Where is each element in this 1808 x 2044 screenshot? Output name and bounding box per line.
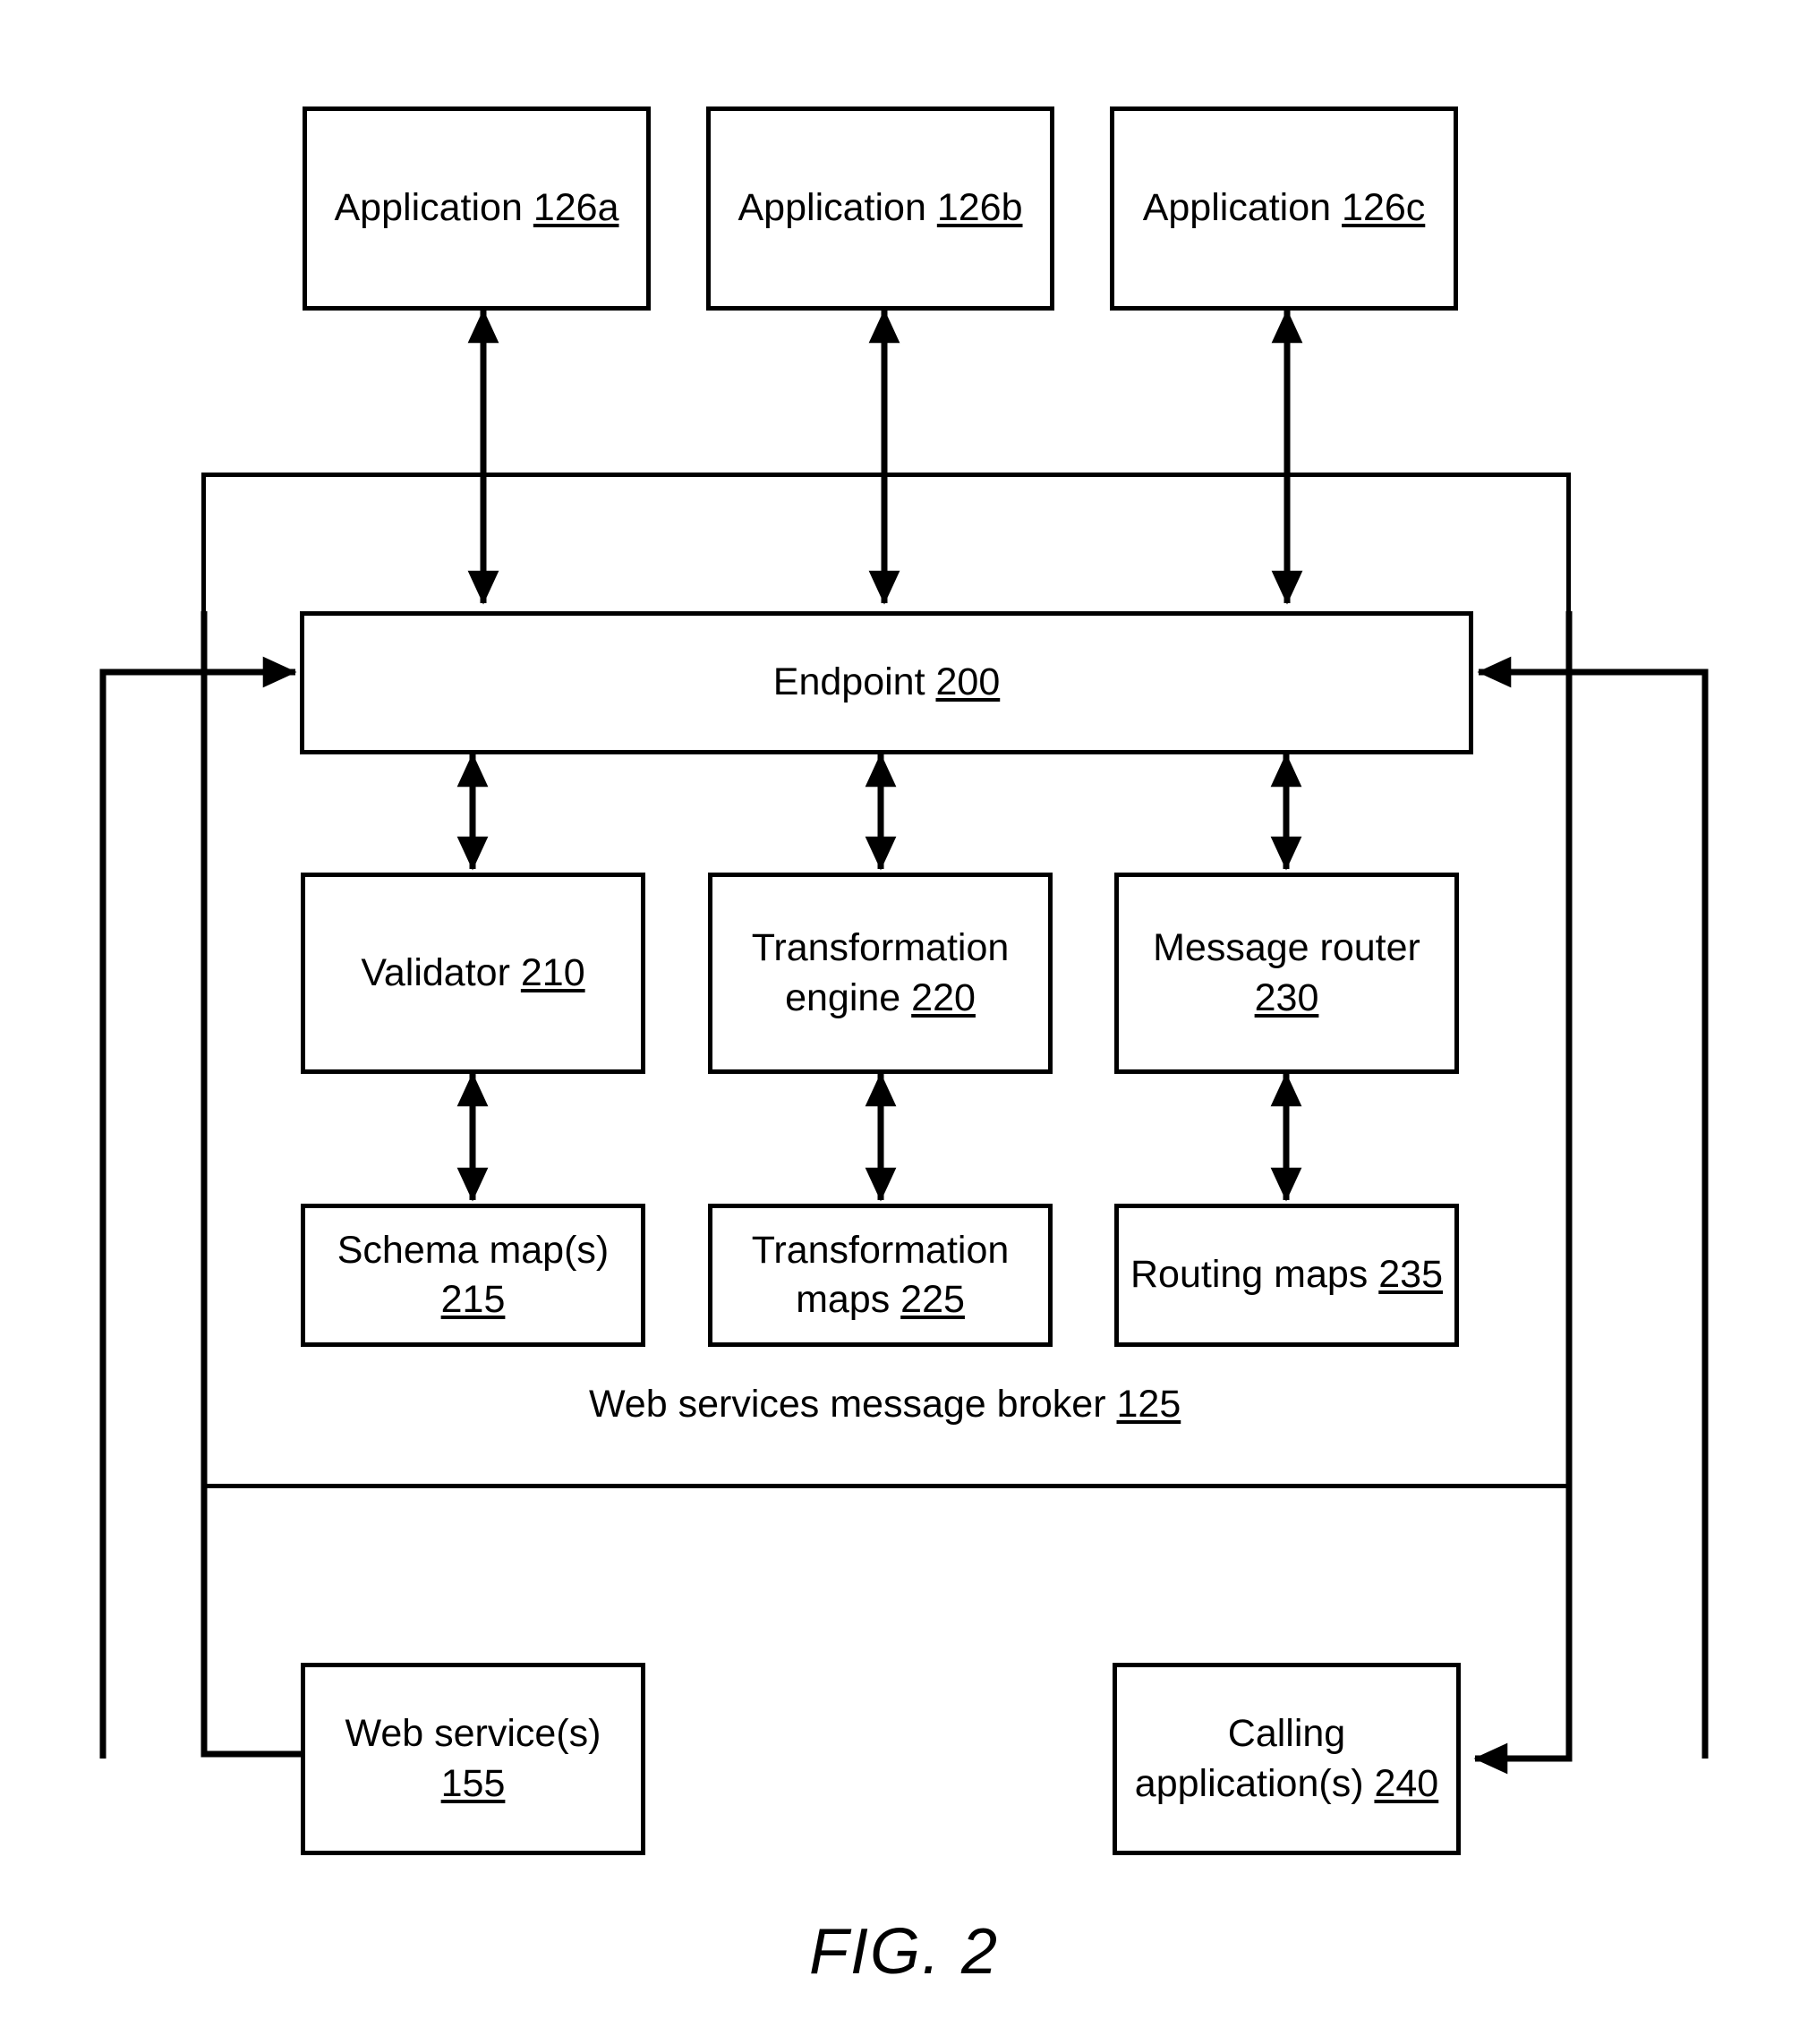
schema-maps-name: Schema map(s) <box>337 1228 610 1272</box>
web-services-ref: 155 <box>440 1761 506 1805</box>
application-126a-name: Application <box>334 186 523 230</box>
node-application-126a[interactable]: Application 126a <box>303 106 651 311</box>
transformation-engine-ref: 220 <box>911 975 976 1019</box>
figure-caption: FIG. 2 <box>808 1916 1000 1988</box>
node-message-router-230[interactable]: Message router 230 <box>1114 873 1459 1074</box>
calling-applications-name: Calling application(s) <box>1134 1712 1364 1805</box>
validator-ref: 210 <box>520 950 585 994</box>
schema-maps-ref: 215 <box>440 1278 506 1321</box>
node-application-126c[interactable]: Application 126c <box>1110 106 1458 311</box>
patent-figure: Web services message broker 125 Applicat… <box>0 0 1808 2044</box>
node-calling-applications-240[interactable]: Calling application(s) 240 <box>1113 1663 1461 1855</box>
endpoint-name: Endpoint <box>772 660 925 704</box>
transformation-maps-name: Transformation maps <box>751 1228 1010 1321</box>
broker-caption-name: Web services message broker <box>589 1383 1106 1426</box>
application-126c-ref: 126c <box>1342 186 1426 230</box>
message-router-name: Message router <box>1153 926 1420 970</box>
endpoint-ref: 200 <box>935 660 1001 704</box>
node-transformation-engine-220[interactable]: Transformation engine 220 <box>708 873 1053 1074</box>
transformation-maps-ref: 225 <box>900 1278 965 1321</box>
node-validator-210[interactable]: Validator 210 <box>301 873 645 1074</box>
node-endpoint-200[interactable]: Endpoint 200 <box>300 611 1473 754</box>
node-transformation-maps-225[interactable]: Transformation maps 225 <box>708 1204 1053 1347</box>
node-schema-maps-215[interactable]: Schema map(s) 215 <box>301 1204 645 1347</box>
application-126a-ref: 126a <box>533 186 619 230</box>
application-126c-name: Application <box>1142 186 1332 230</box>
node-web-services-155[interactable]: Web service(s) 155 <box>301 1663 645 1855</box>
message-router-ref: 230 <box>1254 975 1319 1019</box>
broker-caption-ref: 125 <box>1116 1383 1181 1426</box>
application-126b-name: Application <box>738 186 926 230</box>
node-routing-maps-235[interactable]: Routing maps 235 <box>1114 1204 1459 1347</box>
routing-maps-name: Routing maps <box>1130 1253 1369 1297</box>
node-application-126b[interactable]: Application 126b <box>706 106 1054 311</box>
group-caption-web-services-message-broker: Web services message broker 125 <box>582 1383 1189 1427</box>
calling-applications-ref: 240 <box>1374 1761 1439 1805</box>
application-126b-ref: 126b <box>936 186 1023 230</box>
validator-name: Validator <box>361 950 510 994</box>
web-services-name: Web service(s) <box>345 1712 601 1756</box>
routing-maps-ref: 235 <box>1378 1253 1443 1297</box>
